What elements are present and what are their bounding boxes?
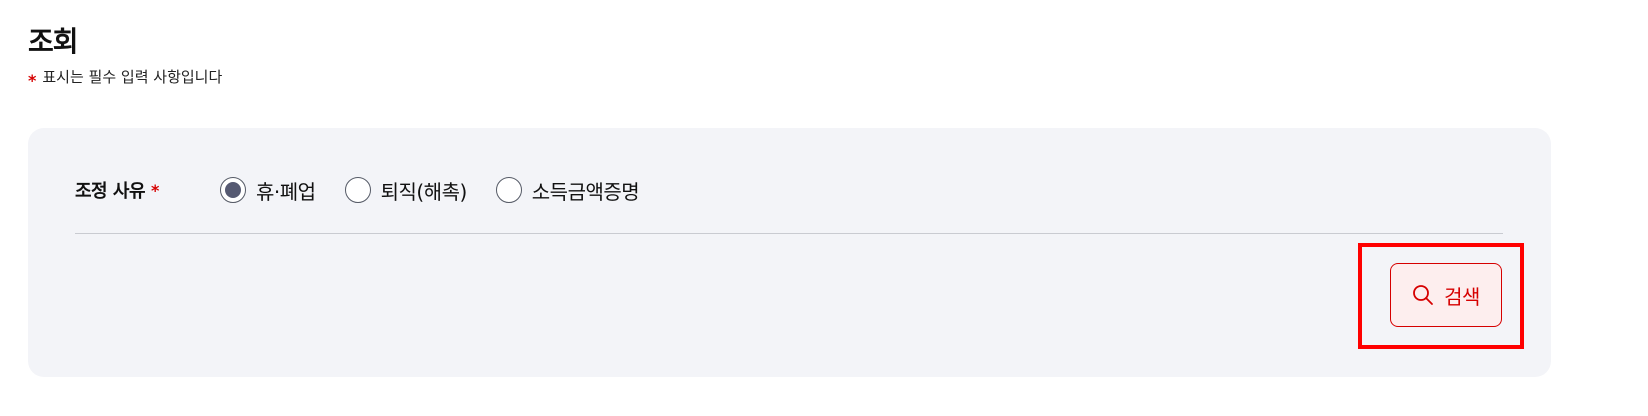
adjust-reason-required-mark: * [151,180,159,200]
search-icon [1413,285,1433,305]
radio-label-income-certificate[interactable]: 소득금액증명 [532,176,640,205]
radio-label-closure[interactable]: 휴·폐업 [256,176,316,205]
adjust-reason-label-text: 조정 사유 [75,181,146,202]
adjust-reason-radio-group: 휴·폐업 퇴직(해촉) 소득금액증명 [220,176,668,205]
search-button[interactable]: 검색 [1390,263,1502,327]
radio-button-retirement[interactable] [344,177,371,203]
required-note: * 표시는 필수 입력 사항입니다 [28,66,223,90]
adjust-reason-row: 조정 사유 * 휴·폐업 퇴직(해촉) 소득금액증명 [75,172,668,208]
required-note-text: 표시는 필수 입력 사항입니다 [42,68,223,86]
form-divider [75,233,1503,234]
search-panel: 조정 사유 * 휴·폐업 퇴직(해촉) 소득금액증명 검색 [28,128,1551,377]
required-asterisk: * [28,71,37,90]
radio-option-closure[interactable]: 휴·폐업 [220,176,316,205]
radio-label-retirement[interactable]: 퇴직(해촉) [381,176,468,205]
radio-option-income-certificate[interactable]: 소득금액증명 [495,176,640,205]
search-button-label: 검색 [1444,284,1480,309]
radio-selected-dot [225,182,241,198]
radio-button-closure[interactable] [220,177,246,203]
page-title: 조회 [28,25,79,58]
radio-option-retirement[interactable]: 퇴직(해촉) [344,176,468,205]
radio-button-income-certificate[interactable] [495,177,522,203]
page: 조회 * 표시는 필수 입력 사항입니다 조정 사유 * 휴·폐업 퇴직(해촉) [0,0,1648,416]
adjust-reason-label: 조정 사유 * [75,177,220,203]
